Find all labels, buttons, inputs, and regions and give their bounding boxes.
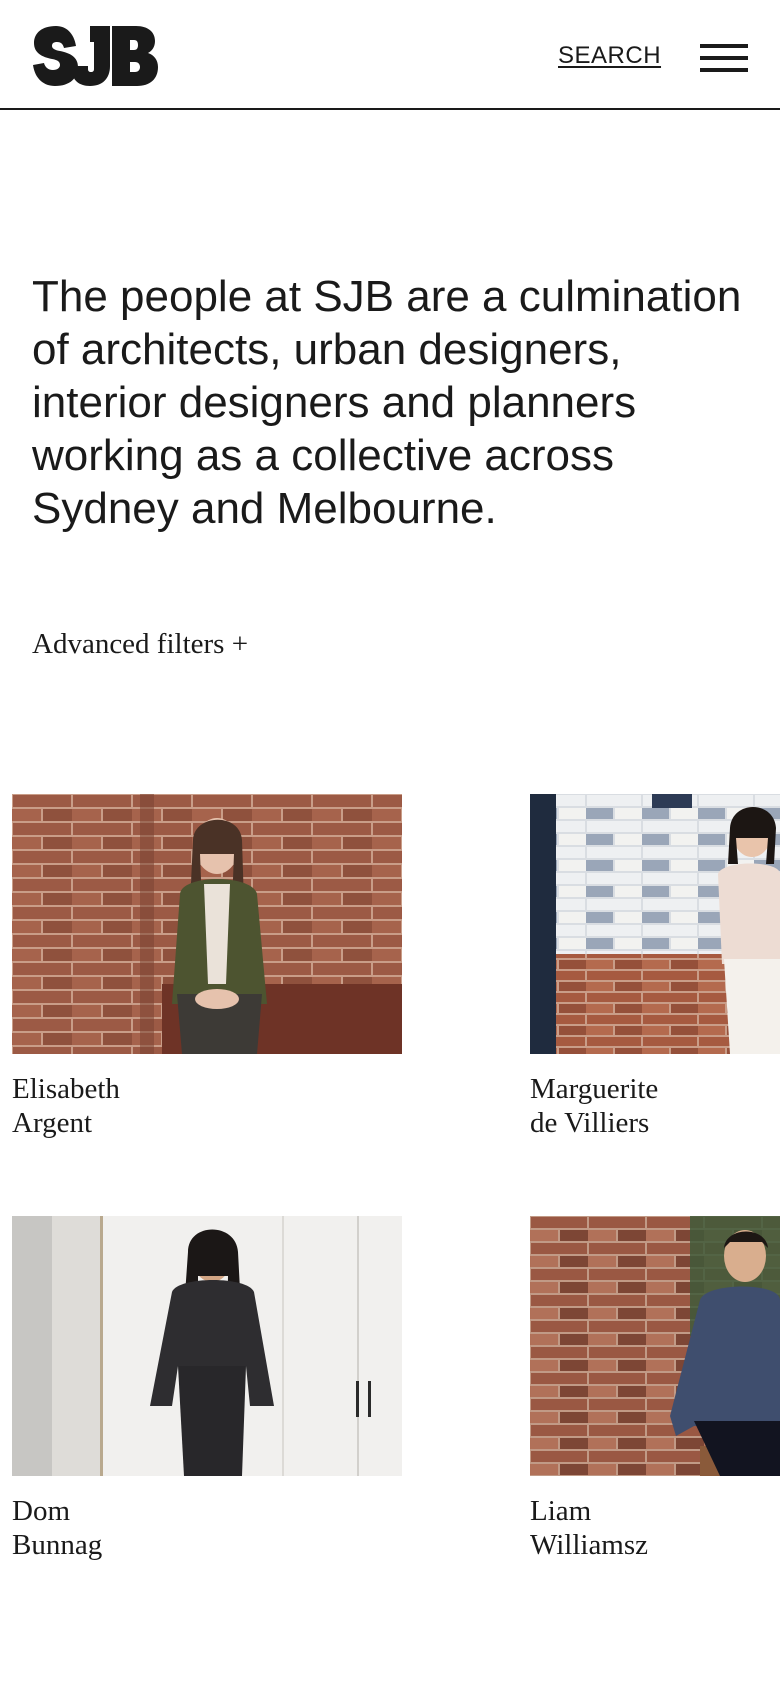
person-first-name: Liam <box>530 1495 592 1527</box>
person-photo[interactable] <box>530 794 780 1054</box>
search-link[interactable]: SEARCH <box>558 42 661 70</box>
menu-icon[interactable] <box>700 44 748 72</box>
person-name[interactable]: Elisabeth Argent <box>12 1072 312 1140</box>
person-last-name: Bunnag <box>12 1529 103 1561</box>
person-name[interactable]: Marguerite de Villiers <box>530 1072 780 1140</box>
person-photo[interactable] <box>530 1216 780 1476</box>
person-first-name: Dom <box>12 1495 70 1527</box>
person-photo[interactable] <box>12 794 402 1054</box>
person-last-name: de Villiers <box>530 1107 650 1139</box>
person-last-name: Williamsz <box>530 1529 649 1561</box>
person-last-name: Argent <box>12 1107 93 1139</box>
person-name[interactable]: Dom Bunnag <box>12 1494 312 1562</box>
person-photo[interactable] <box>12 1216 402 1476</box>
sjb-logo[interactable] <box>32 24 160 88</box>
person-first-name: Marguerite <box>530 1073 659 1105</box>
person-first-name: Elisabeth <box>12 1073 120 1105</box>
advanced-filters-toggle[interactable]: Advanced filters + <box>32 628 248 661</box>
site-header: SEARCH <box>0 0 780 110</box>
intro-statement: The people at SJB are a culmination of a… <box>32 272 742 533</box>
person-name[interactable]: Liam Williamsz <box>530 1494 780 1562</box>
